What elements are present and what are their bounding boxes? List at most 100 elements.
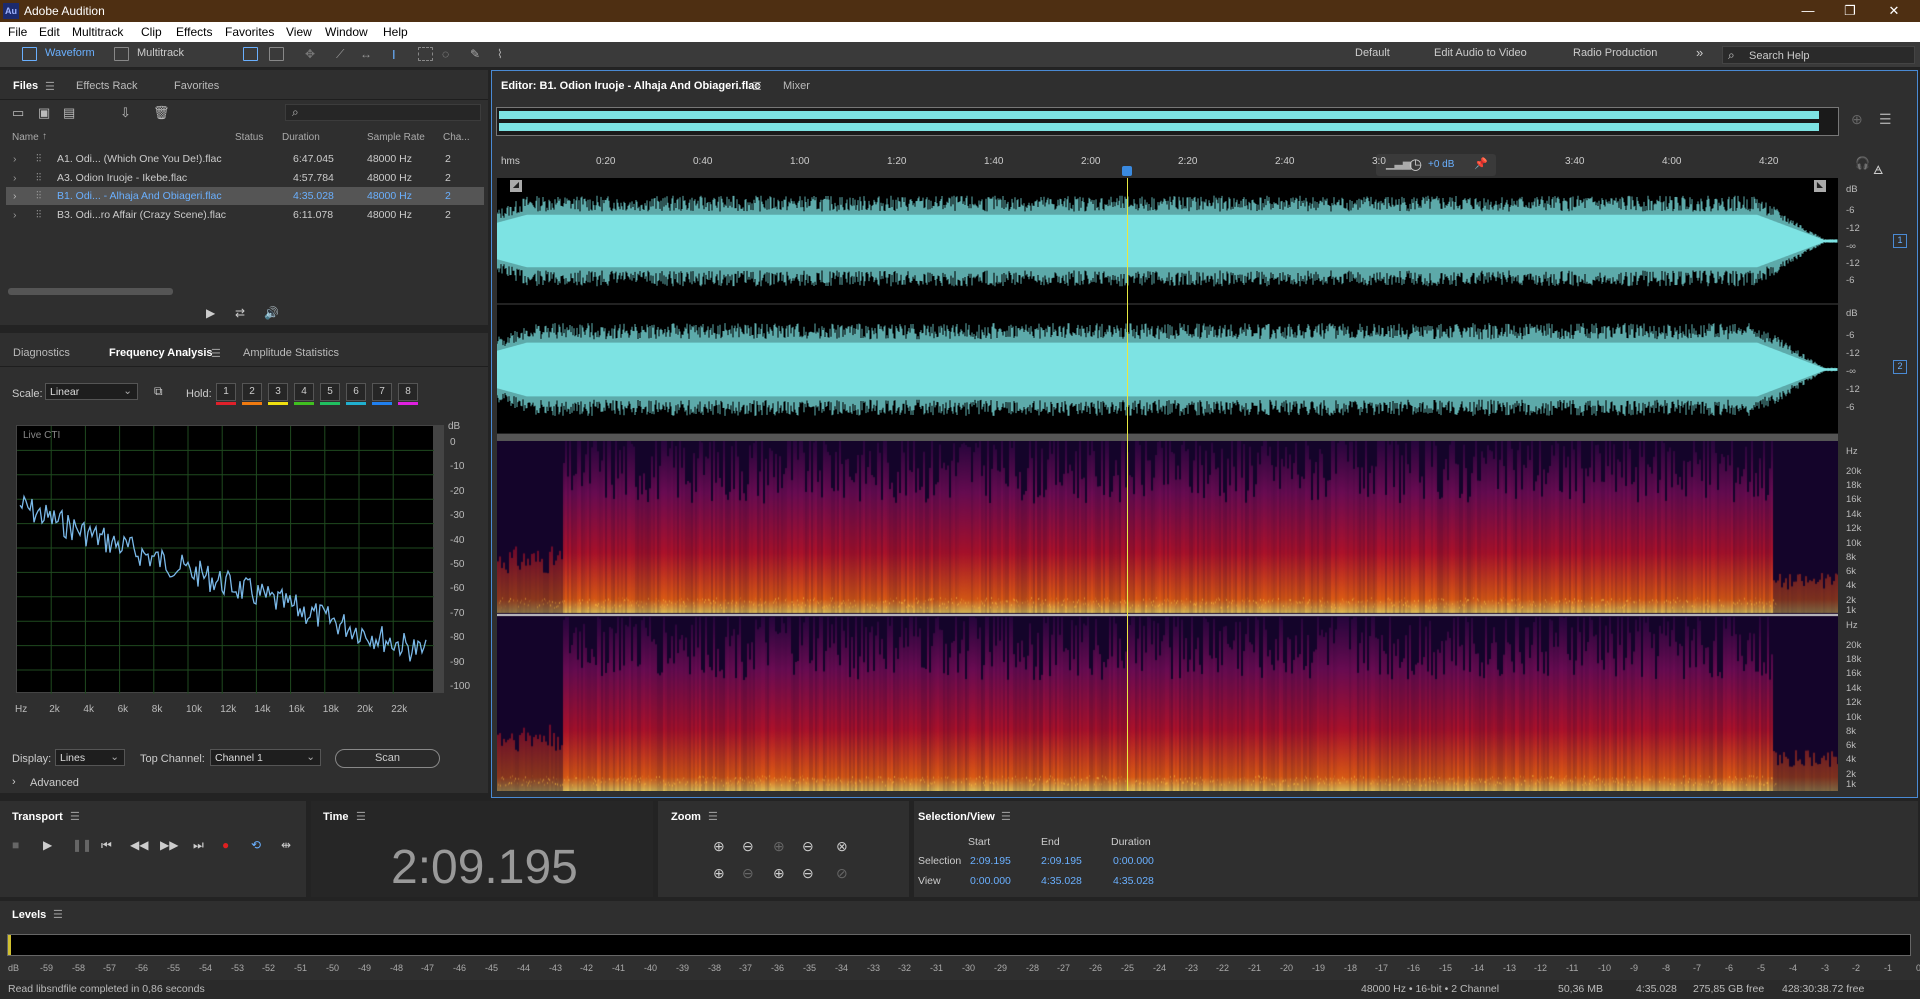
hold-button-4[interactable]: 4 bbox=[294, 383, 314, 401]
panel-options-icon[interactable]: ☰ bbox=[1879, 111, 1892, 128]
zoom-out-selection-icon[interactable]: ⊖ bbox=[742, 865, 754, 882]
zoom-in-amplitude-icon[interactable]: ⊕ bbox=[713, 838, 725, 855]
expand-icon[interactable]: › bbox=[13, 190, 17, 202]
move-tool-icon[interactable]: ✥ bbox=[305, 47, 320, 61]
file-row[interactable]: › ⫶⫶ B3. Odi...ro Affair (Crazy Scene).f… bbox=[6, 206, 484, 224]
delete-file-icon[interactable]: 🗑 bbox=[153, 105, 170, 121]
selection-end-field[interactable]: 2:09.195 bbox=[1041, 855, 1082, 867]
files-search-input[interactable]: ⌕ bbox=[285, 104, 481, 121]
more-workspaces-button[interactable]: » bbox=[1696, 45, 1703, 60]
graph-scrollbar[interactable] bbox=[434, 425, 444, 693]
spectral-divider[interactable] bbox=[497, 434, 1838, 441]
chevron-right-icon[interactable]: › bbox=[12, 776, 16, 788]
volume-knob-icon[interactable]: ◷ bbox=[1409, 155, 1422, 173]
files-horizontal-scrollbar[interactable] bbox=[8, 288, 173, 295]
workspace-default[interactable]: Default bbox=[1355, 47, 1390, 59]
stop-icon[interactable]: ■ bbox=[12, 838, 19, 852]
zoom-out-amplitude-icon[interactable]: ⊖ bbox=[742, 838, 754, 855]
zoom-reset-icon[interactable]: ⊘ bbox=[836, 865, 848, 882]
scan-button[interactable]: Scan bbox=[335, 749, 440, 768]
record-icon[interactable]: ● bbox=[222, 838, 229, 852]
open-file-icon[interactable]: ▭ bbox=[12, 105, 24, 121]
display-dropdown[interactable]: Lines ⌄ bbox=[55, 749, 125, 766]
expand-icon[interactable]: › bbox=[13, 153, 17, 165]
close-button[interactable]: ✕ bbox=[1874, 2, 1914, 20]
zoom-menu-icon[interactable]: ☰ bbox=[708, 810, 718, 823]
tab-editor[interactable]: Editor: B1. Odion Iruoje - Alhaja And Ob… bbox=[501, 80, 761, 92]
hold-button-7[interactable]: 7 bbox=[372, 383, 392, 401]
zoom-to-selection-right-icon[interactable]: ⊖ bbox=[802, 865, 814, 882]
multitrack-button[interactable]: Multitrack bbox=[137, 47, 184, 59]
tab-diagnostics[interactable]: Diagnostics bbox=[13, 347, 70, 359]
view-duration-field[interactable]: 4:35.028 bbox=[1113, 875, 1154, 887]
new-file-icon[interactable]: ▤ bbox=[63, 105, 75, 121]
tab-mixer[interactable]: Mixer bbox=[783, 80, 810, 92]
menu-favorites[interactable]: Favorites bbox=[225, 25, 274, 39]
column-channels[interactable]: Cha... bbox=[443, 132, 470, 143]
tab-amplitude-statistics[interactable]: Amplitude Statistics bbox=[243, 347, 339, 359]
zoom-out-full-icon[interactable]: ⊗ bbox=[836, 838, 848, 855]
tab-frequency-analysis[interactable]: Frequency Analysis bbox=[109, 347, 213, 359]
hold-button-6[interactable]: 6 bbox=[346, 383, 366, 401]
zoom-to-selection-left-icon[interactable]: ⊕ bbox=[773, 865, 785, 882]
waveform-button[interactable]: Waveform bbox=[45, 47, 95, 59]
column-name[interactable]: Name bbox=[12, 132, 39, 143]
minimize-button[interactable]: — bbox=[1788, 2, 1828, 20]
hud-volume-control[interactable]: ▁▃▅ ◷ +0 dB 📌 bbox=[1376, 154, 1496, 176]
fade-out-handle-icon[interactable]: ◣ bbox=[1814, 180, 1826, 192]
workspace-radio-production[interactable]: Radio Production bbox=[1573, 47, 1657, 59]
play-preview-icon[interactable]: ▶ bbox=[206, 306, 215, 320]
zoom-out-time-icon[interactable]: ⊖ bbox=[802, 838, 814, 855]
advanced-toggle[interactable]: Advanced bbox=[30, 777, 79, 789]
marquee-tool-icon[interactable] bbox=[418, 47, 433, 61]
spectral-frequency-display[interactable] bbox=[497, 441, 1838, 791]
selection-start-field[interactable]: 2:09.195 bbox=[970, 855, 1011, 867]
insert-into-multitrack-icon[interactable]: ⇩ bbox=[120, 105, 131, 121]
tab-effects-rack[interactable]: Effects Rack bbox=[76, 80, 138, 92]
levels-menu-icon[interactable]: ☰ bbox=[53, 908, 63, 921]
view-end-field[interactable]: 4:35.028 bbox=[1041, 875, 1082, 887]
lasso-tool-icon[interactable]: ◌ bbox=[442, 47, 457, 61]
marker-icon[interactable]: 🜁 bbox=[1873, 156, 1884, 181]
maximize-button[interactable]: ❐ bbox=[1830, 2, 1870, 20]
expand-icon[interactable]: › bbox=[13, 172, 17, 184]
menu-window[interactable]: Window bbox=[325, 25, 368, 39]
pitch-display-icon[interactable] bbox=[269, 47, 284, 61]
workspace-edit-audio-to-video[interactable]: Edit Audio to Video bbox=[1434, 47, 1527, 59]
channel-1-toggle[interactable]: 1 bbox=[1893, 234, 1907, 248]
editor-menu-icon[interactable]: ☰ bbox=[752, 80, 762, 93]
analysis-menu-icon[interactable]: ☰ bbox=[211, 347, 221, 360]
fade-in-handle-icon[interactable]: ◢ bbox=[510, 180, 522, 192]
razor-tool-icon[interactable]: ⟋ bbox=[336, 47, 351, 61]
hold-button-2[interactable]: 2 bbox=[242, 383, 262, 401]
spectral-display-icon[interactable] bbox=[243, 47, 258, 61]
skip-selection-icon[interactable]: ⇹ bbox=[281, 838, 291, 852]
tab-files[interactable]: Files bbox=[13, 80, 38, 92]
rewind-icon[interactable]: ◀◀ bbox=[130, 838, 148, 852]
healing-brush-icon[interactable]: ⌇ bbox=[497, 47, 512, 61]
channel-2-toggle[interactable]: 2 bbox=[1893, 360, 1907, 374]
selection-view-menu-icon[interactable]: ☰ bbox=[1001, 810, 1011, 823]
headphones-icon[interactable]: 🎧 bbox=[1855, 156, 1870, 170]
view-start-field[interactable]: 0:00.000 bbox=[970, 875, 1011, 887]
expand-icon[interactable]: › bbox=[13, 209, 17, 221]
copy-graph-icon[interactable]: ⧉ bbox=[154, 384, 163, 399]
pause-icon[interactable]: ❚❚ bbox=[72, 838, 92, 852]
time-menu-icon[interactable]: ☰ bbox=[356, 810, 366, 823]
file-row[interactable]: › ⫶⫶ A1. Odi... (Which One You De!).flac… bbox=[6, 150, 484, 168]
tab-favorites[interactable]: Favorites bbox=[174, 80, 219, 92]
menu-help[interactable]: Help bbox=[383, 25, 408, 39]
search-help-field[interactable]: ⌕ Search Help bbox=[1722, 46, 1915, 64]
waveform-display[interactable] bbox=[497, 178, 1838, 434]
hold-button-5[interactable]: 5 bbox=[320, 383, 340, 401]
waveform-overview[interactable] bbox=[496, 107, 1839, 136]
menu-view[interactable]: View bbox=[286, 25, 312, 39]
skip-to-end-icon[interactable]: ⏭ bbox=[193, 838, 204, 853]
hold-button-1[interactable]: 1 bbox=[216, 383, 236, 401]
hold-button-8[interactable]: 8 bbox=[398, 383, 418, 401]
file-row[interactable]: › ⫶⫶ A3. Odion Iruoje - Ikebe.flac 4:57.… bbox=[6, 169, 484, 187]
menu-edit[interactable]: Edit bbox=[39, 25, 60, 39]
fast-forward-icon[interactable]: ▶▶ bbox=[160, 838, 178, 852]
zoom-in-time-icon[interactable]: ⊕ bbox=[773, 838, 785, 855]
playhead-handle[interactable] bbox=[1122, 166, 1132, 176]
